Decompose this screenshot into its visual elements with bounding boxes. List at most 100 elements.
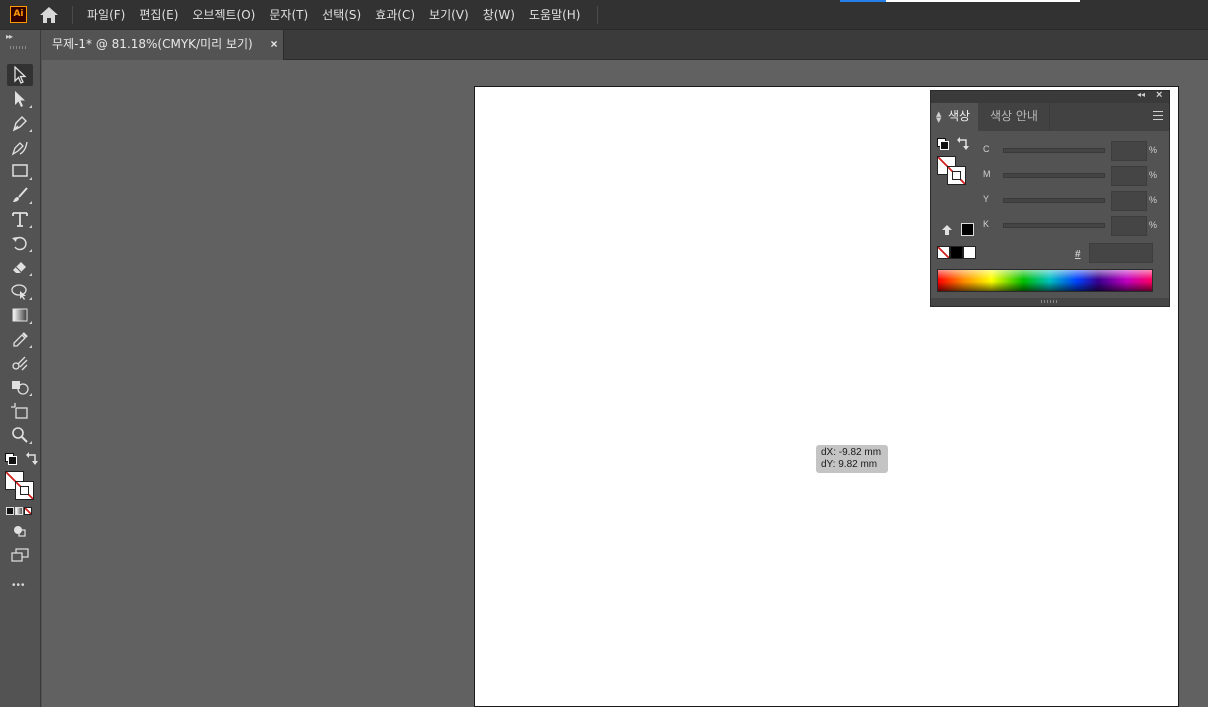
rectangle-icon — [12, 164, 28, 177]
menu-effect[interactable]: 효과(C) — [368, 0, 422, 30]
color-spectrum[interactable] — [937, 269, 1153, 292]
artboard-icon — [11, 403, 28, 419]
rotate-tool[interactable] — [7, 232, 33, 254]
menu-type[interactable]: 문자(T) — [262, 0, 315, 30]
eraser-tool[interactable] — [7, 256, 33, 278]
menu-divider — [597, 6, 598, 24]
none-swatch[interactable] — [937, 246, 950, 259]
shape-builder-tool[interactable] — [7, 376, 33, 398]
app-logo[interactable]: Ai — [10, 6, 27, 23]
hex-input[interactable] — [1089, 243, 1153, 263]
search-field[interactable] — [840, 0, 1080, 2]
direct-selection-icon — [15, 91, 25, 107]
close-tab-button[interactable]: × — [267, 37, 281, 51]
hex-label: # — [1075, 249, 1081, 260]
screen-mode-icon[interactable] — [11, 548, 29, 562]
panel-footer — [931, 298, 1169, 306]
close-panel-icon[interactable]: × — [1156, 89, 1162, 101]
collapse-icon[interactable]: ▸▸ — [6, 32, 13, 41]
cyan-slider[interactable] — [1003, 148, 1105, 153]
selection-tool[interactable] — [7, 64, 33, 86]
yellow-input[interactable] — [1111, 191, 1147, 211]
color-mode-buttons — [6, 507, 34, 516]
collapse-panel-icon[interactable]: ◂◂ — [1137, 90, 1145, 99]
white-swatch[interactable] — [963, 246, 976, 259]
magenta-slider[interactable] — [1003, 173, 1105, 178]
color-mode-button[interactable] — [6, 507, 14, 515]
menu-window[interactable]: 창(W) — [476, 0, 522, 30]
rotate-icon — [12, 236, 27, 251]
type-tool[interactable] — [7, 208, 33, 230]
pen-icon — [12, 116, 27, 132]
magenta-input[interactable] — [1111, 166, 1147, 186]
paintbrush-tool[interactable] — [7, 184, 33, 206]
cyan-input[interactable] — [1111, 141, 1147, 161]
panel-header[interactable]: ◂◂ × — [931, 89, 1169, 103]
menu-view[interactable]: 보기(V) — [422, 0, 476, 30]
default-fill-stroke-icon[interactable] — [937, 138, 949, 150]
menu-edit[interactable]: 편집(E) — [132, 0, 185, 30]
swap-fill-stroke-icon[interactable] — [956, 137, 970, 151]
draw-mode-icon[interactable] — [13, 525, 27, 537]
type-icon — [12, 212, 28, 227]
blend-tool[interactable] — [7, 352, 33, 374]
gradient-icon — [12, 308, 28, 322]
shape-builder-icon — [12, 381, 29, 395]
blend-icon — [12, 356, 28, 371]
none-mode-button[interactable] — [24, 507, 32, 515]
black-slider[interactable] — [1003, 223, 1105, 228]
warp-tool[interactable] — [7, 280, 33, 302]
gradient-mode-button[interactable] — [15, 507, 23, 515]
zoom-icon — [12, 427, 28, 443]
closest-color-swatch[interactable] — [961, 223, 974, 236]
more-tools-icon[interactable]: ••• — [12, 580, 26, 591]
tool-flyout-indicator — [29, 273, 32, 276]
home-icon[interactable] — [38, 6, 60, 24]
stroke-swatch[interactable] — [15, 481, 34, 500]
color-panel: ◂◂ × ▲ ▼ 색상 색상 안내 C % M % Y % K % # — [930, 89, 1170, 307]
tool-flyout-indicator — [29, 129, 32, 132]
tool-flyout-indicator — [29, 345, 32, 348]
yellow-slider[interactable] — [1003, 198, 1105, 203]
document-tab[interactable]: 무제-1* @ 81.18%(CMYK/미리 보기) × — [42, 30, 284, 60]
eyedropper-tool[interactable] — [7, 328, 33, 350]
stroke-swatch[interactable] — [947, 166, 966, 185]
tab-color-guide[interactable]: 색상 안내 — [979, 103, 1050, 131]
tab-color[interactable]: ▲ ▼ 색상 — [931, 103, 978, 131]
black-label: K — [983, 219, 990, 229]
tab-options-icon[interactable]: ▲ ▼ — [936, 111, 941, 124]
magenta-slider-row: M % — [983, 166, 1165, 186]
artboard-tool[interactable] — [7, 400, 33, 422]
eraser-icon — [13, 262, 26, 273]
menu-help[interactable]: 도움말(H) — [522, 0, 588, 30]
menu-file[interactable]: 파일(F) — [80, 0, 132, 30]
direct-selection-tool[interactable] — [7, 88, 33, 110]
black-swatch[interactable] — [950, 246, 963, 259]
resize-grip[interactable] — [1041, 300, 1059, 303]
tool-flyout-indicator — [29, 177, 32, 180]
pen-tool[interactable] — [7, 112, 33, 134]
search-accent — [840, 0, 886, 2]
black-unit: % — [1149, 220, 1158, 230]
cyan-slider-row: C % — [983, 141, 1165, 161]
swap-fill-stroke-icon[interactable] — [25, 452, 39, 466]
tab-color-label: 색상 — [948, 109, 971, 123]
yellow-slider-row: Y % — [983, 191, 1165, 211]
zoom-tool[interactable] — [7, 424, 33, 446]
move-offset-tooltip: dX: -9.82 mm dY: 9.82 mm — [816, 445, 888, 473]
curvature-tool[interactable] — [7, 136, 33, 158]
default-fill-stroke-icon[interactable] — [5, 453, 17, 465]
rectangle-tool[interactable] — [7, 160, 33, 182]
document-tab-label: 무제-1* @ 81.18%(CMYK/미리 보기) — [52, 37, 253, 51]
menu-bar: Ai 파일(F) 편집(E) 오브젝트(O) 문자(T) 선택(S) 효과(C)… — [0, 0, 1208, 30]
out-of-gamut-icon[interactable] — [941, 224, 953, 236]
tool-flyout-indicator — [29, 225, 32, 228]
panel-menu-icon[interactable] — [1153, 111, 1163, 120]
gradient-tool[interactable] — [7, 304, 33, 326]
menu-select[interactable]: 선택(S) — [315, 0, 368, 30]
tool-flyout-indicator — [29, 393, 32, 396]
menu-object[interactable]: 오브젝트(O) — [185, 0, 262, 30]
document-tab-bar: 무제-1* @ 81.18%(CMYK/미리 보기) × — [42, 30, 1208, 60]
panel-grip[interactable] — [10, 46, 28, 49]
black-input[interactable] — [1111, 216, 1147, 236]
